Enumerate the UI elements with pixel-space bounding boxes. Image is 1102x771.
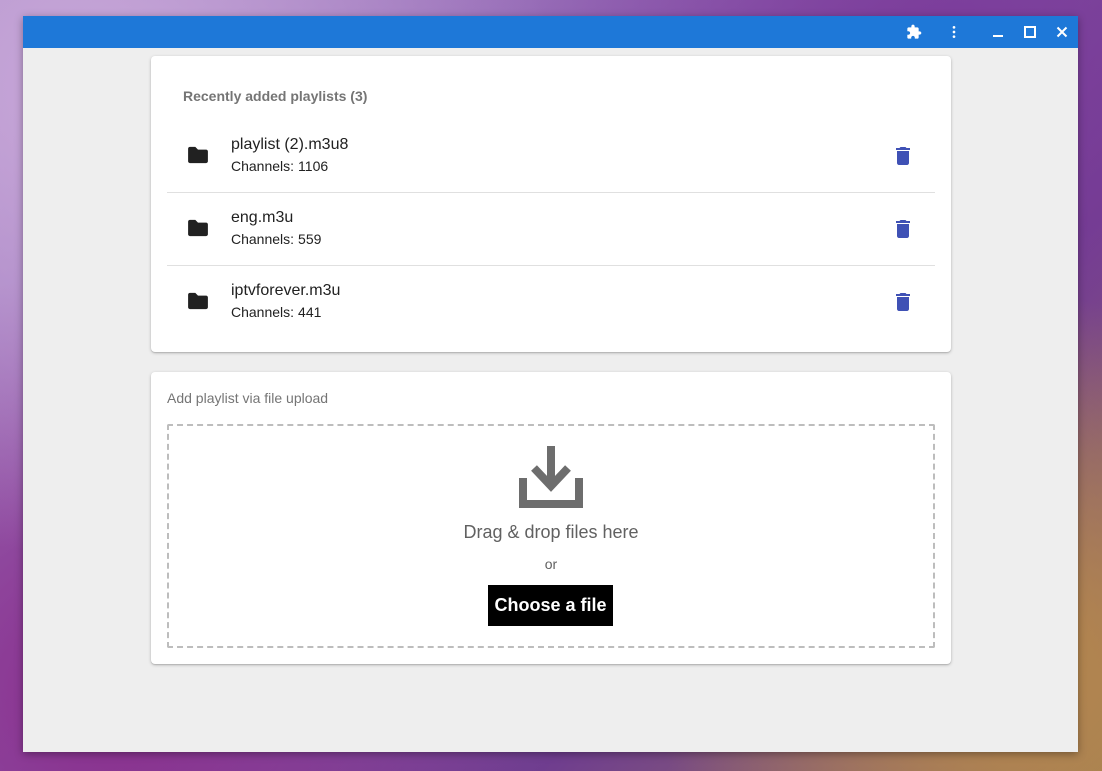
minimize-icon[interactable]	[982, 16, 1014, 48]
channels-count: 1106	[298, 158, 329, 174]
channels-count: 559	[298, 231, 322, 247]
drop-text: Drag & drop files here	[463, 522, 639, 542]
channels-label: Channels:	[231, 158, 295, 174]
download-icon	[519, 446, 583, 508]
file-dropzone[interactable]: Drag & drop files here or Choose a file	[167, 424, 935, 648]
playlist-title: playlist (2).m3u8	[231, 136, 349, 153]
delete-icon[interactable]	[891, 288, 915, 316]
delete-icon[interactable]	[891, 215, 915, 243]
delete-icon[interactable]	[891, 142, 915, 170]
playlist-item[interactable]: eng.m3u Channels: 559	[167, 193, 935, 266]
channels-label: Channels:	[231, 304, 295, 320]
channels-count: 441	[298, 304, 322, 320]
folder-icon	[188, 292, 208, 310]
titlebar	[23, 16, 1078, 48]
folder-icon	[188, 219, 208, 237]
playlist-item[interactable]: playlist (2).m3u8 Channels: 1106	[167, 120, 935, 193]
playlist-channels: Channels: 441	[231, 304, 321, 320]
close-icon[interactable]	[1046, 16, 1078, 48]
playlist-title: iptvforever.m3u	[231, 282, 341, 299]
extensions-icon[interactable]	[898, 16, 930, 48]
or-text: or	[544, 556, 558, 572]
playlist-channels: Channels: 1106	[231, 158, 328, 174]
playlist-item[interactable]: iptvforever.m3u Channels: 441	[167, 266, 935, 338]
folder-icon	[188, 146, 208, 164]
playlist-title: eng.m3u	[231, 209, 294, 226]
choose-file-button[interactable]: Choose a file	[488, 585, 613, 626]
playlists-card: Recently added playlists (3) playlist (2…	[151, 56, 951, 352]
channels-label: Channels:	[231, 231, 295, 247]
maximize-icon[interactable]	[1014, 16, 1046, 48]
app-window: Recently added playlists (3) playlist (2…	[23, 16, 1078, 752]
playlist-channels: Channels: 559	[231, 231, 321, 247]
main-content: Recently added playlists (3) playlist (2…	[23, 48, 1078, 752]
playlists-list: playlist (2).m3u8 Channels: 1106 eng.m3u …	[167, 120, 935, 338]
playlists-header: Recently added playlists (3)	[183, 88, 368, 104]
upload-card: Add playlist via file upload Drag & drop…	[151, 372, 951, 664]
upload-header: Add playlist via file upload	[167, 390, 329, 406]
more-vert-icon[interactable]	[938, 16, 970, 48]
